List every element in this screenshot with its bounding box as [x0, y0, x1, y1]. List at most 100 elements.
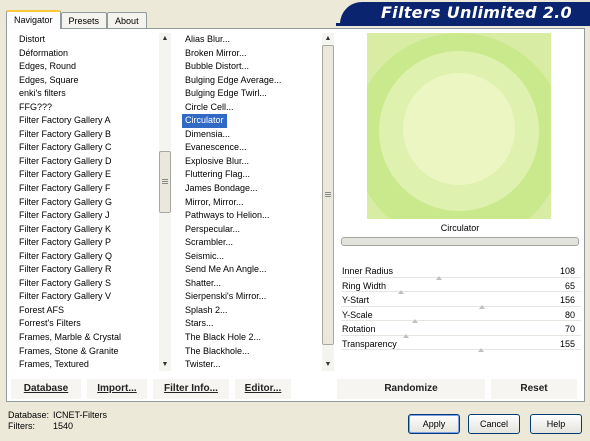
parameter-slider[interactable]	[341, 348, 581, 352]
parameter-slider[interactable]	[341, 275, 581, 280]
parameter-row[interactable]: Inner Radius 108	[341, 264, 581, 280]
app-banner: Filters Unlimited 2.0	[340, 2, 590, 24]
filter-item[interactable]: Stars...	[182, 317, 322, 331]
filters-label: Filters:	[8, 421, 35, 431]
filter-item[interactable]: Twister...	[182, 358, 322, 371]
filter-item[interactable]: Explosive Blur...	[182, 155, 322, 169]
filter-item[interactable]: Fluttering Flag...	[182, 168, 322, 182]
parameter-row[interactable]: Ring Width 65	[341, 279, 581, 294]
category-item[interactable]: Forrest's Filters	[16, 317, 156, 331]
category-item[interactable]: Filter Factory Gallery S	[16, 277, 156, 291]
category-item[interactable]: FFG???	[16, 101, 156, 115]
apply-button[interactable]: Apply	[408, 414, 460, 434]
parameter-slider[interactable]	[341, 333, 581, 338]
tab-presets[interactable]: Presets	[60, 12, 108, 29]
category-scrollbar[interactable]: ▲ ▼	[159, 33, 171, 371]
filter-item[interactable]: Seismic...	[182, 250, 322, 264]
app-title: Filters Unlimited 2.0	[380, 3, 572, 22]
filters-count: 1540	[53, 421, 74, 431]
scroll-up-icon[interactable]: ▲	[159, 33, 171, 45]
scroll-down-icon[interactable]: ▼	[159, 359, 171, 371]
parameter-slider[interactable]	[341, 304, 581, 309]
status-area: Database: ICNET-Filters Filters: 1540	[8, 410, 107, 432]
category-item[interactable]: Filter Factory Gallery D	[16, 155, 156, 169]
category-item[interactable]: Filter Factory Gallery C	[16, 141, 156, 155]
slider-knob-icon[interactable]	[477, 348, 484, 352]
tab-navigator[interactable]: Navigator	[6, 10, 61, 29]
scroll-thumb[interactable]	[322, 45, 334, 345]
category-item[interactable]: Filter Factory Gallery J	[16, 209, 156, 223]
category-item[interactable]: Frames, Marble & Crystal	[16, 331, 156, 345]
parameter-row[interactable]: Y-Start 156	[341, 293, 581, 309]
category-item[interactable]: Filter Factory Gallery P	[16, 236, 156, 250]
category-list: Distort Déformation Edges, Round Edges, Squ…	[16, 33, 156, 371]
filter-item[interactable]: Perspecular...	[182, 223, 322, 237]
filter-item[interactable]: Splash 2...	[182, 304, 322, 318]
filter-item[interactable]: Broken Mirror...	[182, 47, 322, 61]
category-item[interactable]: Edges, Square	[16, 74, 156, 88]
import-button[interactable]: Import...	[87, 379, 147, 399]
filter-item[interactable]: Mirror, Mirror...	[182, 196, 322, 210]
filter-item[interactable]: Pathways to Helion...	[182, 209, 322, 223]
category-item[interactable]: Frames, Stone & Granite	[16, 345, 156, 359]
database-value: ICNET-Filters	[53, 410, 107, 420]
banner-underline	[336, 23, 590, 26]
filter-item[interactable]: Dimensia...	[182, 128, 322, 142]
cancel-button[interactable]: Cancel	[468, 414, 520, 434]
category-item[interactable]: Edges, Round	[16, 60, 156, 74]
category-item[interactable]: Distort	[16, 33, 156, 47]
tab-bar: Navigator Presets About	[6, 10, 147, 29]
bottom-button-bar: Database Import... Filter Info... Editor…	[11, 379, 581, 399]
randomize-button[interactable]: Randomize	[337, 379, 485, 399]
category-item[interactable]: Filter Factory Gallery B	[16, 128, 156, 142]
reset-button[interactable]: Reset	[491, 379, 577, 399]
filter-item[interactable]: Circle Cell...	[182, 101, 322, 115]
filter-item[interactable]: The Blackhole...	[182, 345, 322, 359]
main-panel: Distort Déformation Edges, Round Edges, Squ…	[6, 28, 585, 402]
filter-info-button[interactable]: Filter Info...	[153, 379, 229, 399]
filter-item[interactable]: The Black Hole 2...	[182, 331, 322, 345]
category-item[interactable]: Frames, Textured	[16, 358, 156, 371]
parameter-slider[interactable]	[341, 290, 581, 294]
category-item[interactable]: Filter Factory Gallery V	[16, 290, 156, 304]
filter-item[interactable]: Shatter...	[182, 277, 322, 291]
parameter-row[interactable]: Transparency 155	[341, 337, 581, 352]
filter-item[interactable]: Bulging Edge Twirl...	[182, 87, 322, 101]
category-item[interactable]: Filter Factory Gallery G	[16, 196, 156, 210]
selected-filter-name: Circulator	[341, 220, 579, 236]
filter-item[interactable]: Scrambler...	[182, 236, 322, 250]
parameter-slider[interactable]	[341, 319, 581, 323]
category-item[interactable]: Filter Factory Gallery R	[16, 263, 156, 277]
filter-item[interactable]: Sierpenski's Mirror...	[182, 290, 322, 304]
database-button[interactable]: Database	[11, 379, 81, 399]
progress-bar	[341, 237, 579, 246]
category-item[interactable]: Filter Factory Gallery F	[16, 182, 156, 196]
parameter-row[interactable]: Rotation 70	[341, 322, 581, 338]
scroll-down-icon[interactable]: ▼	[322, 359, 334, 371]
filter-list: Alias Blur... Broken Mirror... Bubble Dist…	[182, 33, 322, 371]
database-label: Database:	[8, 410, 50, 420]
category-item[interactable]: Filter Factory Gallery K	[16, 223, 156, 237]
filter-scrollbar[interactable]: ▲ ▼	[322, 33, 334, 371]
filter-item[interactable]: James Bondage...	[182, 182, 322, 196]
category-item[interactable]: Filter Factory Gallery E	[16, 168, 156, 182]
filter-item[interactable]: Evanescence...	[182, 141, 322, 155]
parameter-list: Inner Radius 108 Ring Width 65 Y-Start 156 Y-S…	[341, 264, 581, 352]
category-item[interactable]: Filter Factory Gallery A	[16, 114, 156, 128]
filter-item[interactable]: Alias Blur...	[182, 33, 322, 47]
scroll-up-icon[interactable]: ▲	[322, 33, 334, 45]
tab-about[interactable]: About	[107, 12, 147, 29]
help-button[interactable]: Help	[530, 414, 582, 434]
category-item[interactable]: Forest AFS	[16, 304, 156, 318]
category-item[interactable]: Déformation	[16, 47, 156, 61]
editor-button[interactable]: Editor...	[235, 379, 291, 399]
scroll-thumb[interactable]	[159, 151, 171, 213]
filter-item[interactable]: Circulator	[182, 114, 227, 128]
parameter-row[interactable]: Y-Scale 80	[341, 308, 581, 323]
filter-item[interactable]: Send Me An Angle...	[182, 263, 322, 277]
filter-item[interactable]: Bubble Distort...	[182, 60, 322, 74]
category-item[interactable]: Filter Factory Gallery Q	[16, 250, 156, 264]
filter-preview	[367, 33, 551, 219]
filter-item[interactable]: Bulging Edge Average...	[182, 74, 322, 88]
category-item[interactable]: enki's filters	[16, 87, 156, 101]
